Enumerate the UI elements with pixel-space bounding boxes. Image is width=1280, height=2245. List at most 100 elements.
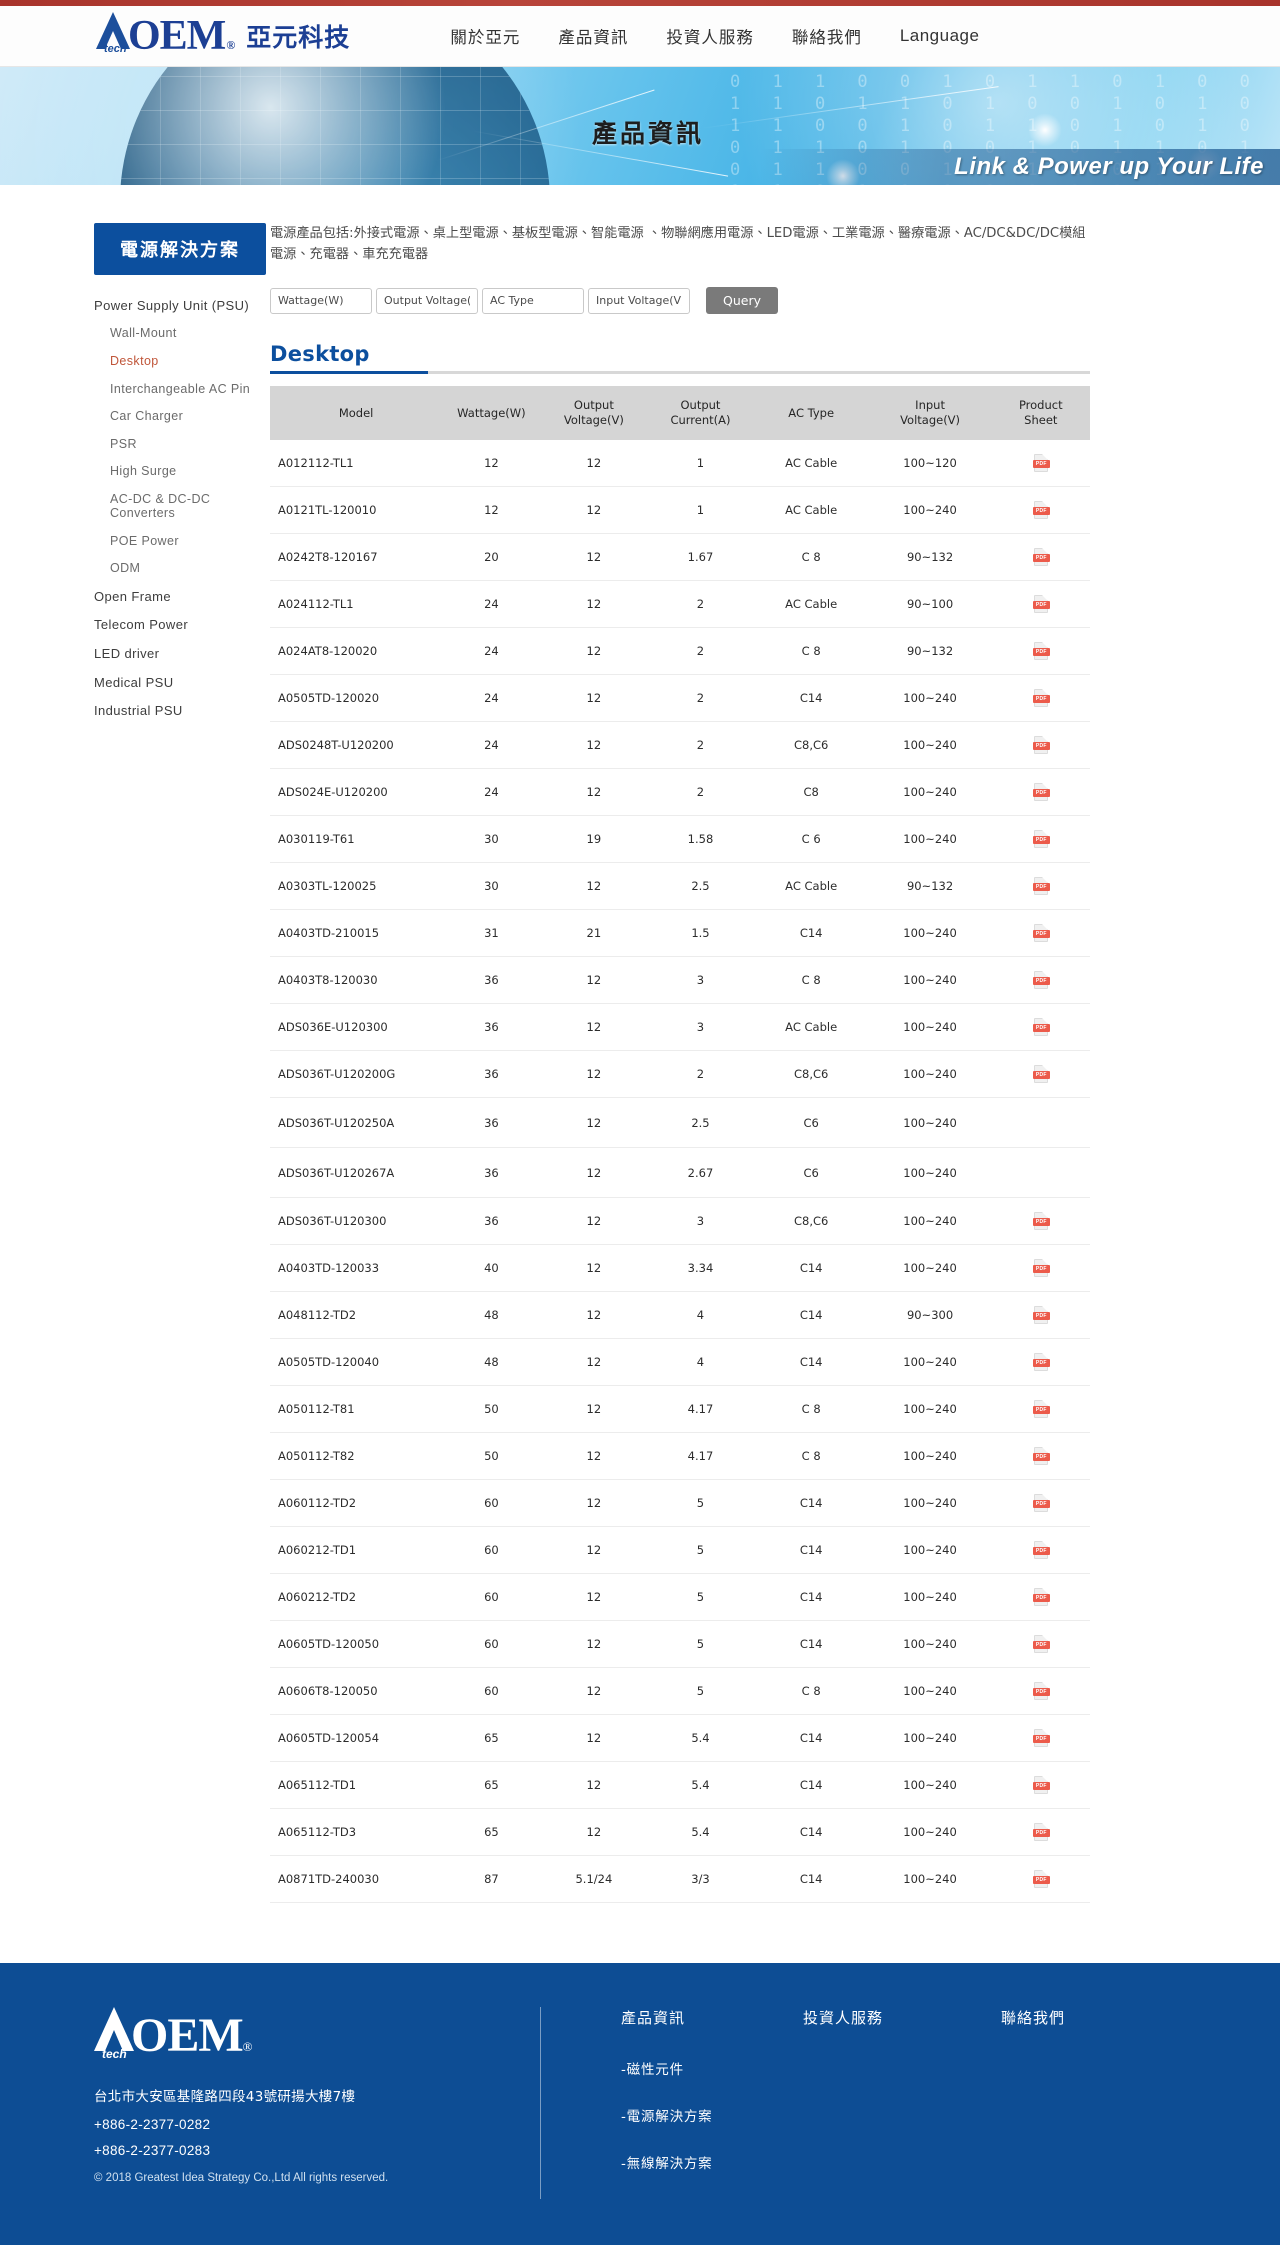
cell-product-sheet[interactable] <box>991 1714 1090 1762</box>
sidebar-item-car-charger[interactable]: Car Charger <box>94 402 270 430</box>
cell-product-sheet[interactable] <box>991 1808 1090 1856</box>
filter-wattage-input[interactable] <box>270 287 372 314</box>
cell-product-sheet[interactable] <box>991 1667 1090 1715</box>
sidebar-item-psr[interactable]: PSR <box>94 430 270 458</box>
cell-product-sheet[interactable] <box>991 815 1090 863</box>
pdf-icon[interactable] <box>1032 1588 1050 1606</box>
pdf-icon[interactable] <box>1032 1682 1050 1700</box>
cell-product-sheet[interactable] <box>991 956 1090 1004</box>
pdf-icon[interactable] <box>1032 1353 1050 1371</box>
pdf-icon[interactable] <box>1032 1776 1050 1794</box>
cell-output-voltage: 12 <box>540 1714 648 1762</box>
pdf-icon[interactable] <box>1032 1212 1050 1230</box>
cell-wattage: 87 <box>442 1855 541 1903</box>
footer-logo[interactable]: tech OEM ® <box>94 2007 540 2063</box>
pdf-icon[interactable] <box>1032 1541 1050 1559</box>
cell-product-sheet[interactable] <box>991 1620 1090 1668</box>
query-button[interactable]: Query <box>706 287 778 314</box>
pdf-icon[interactable] <box>1032 1306 1050 1324</box>
sidebar-item-telecom-power[interactable]: Telecom Power <box>94 611 270 640</box>
cell-model: ADS036T-U120200G <box>270 1050 443 1098</box>
filter-ac-type-input[interactable] <box>482 287 584 314</box>
cell-product-sheet[interactable] <box>991 533 1090 581</box>
pdf-icon[interactable] <box>1032 1870 1050 1888</box>
cell-output-voltage: 12 <box>540 1197 648 1245</box>
cell-product-sheet[interactable] <box>991 580 1090 628</box>
pdf-icon[interactable] <box>1032 642 1050 660</box>
cell-product-sheet[interactable] <box>991 1573 1090 1621</box>
footer-sublink-wireless[interactable]: -無線解決方案 <box>621 2152 1280 2172</box>
pdf-icon[interactable] <box>1032 1729 1050 1747</box>
pdf-icon[interactable] <box>1032 1018 1050 1036</box>
sidebar-item-open-frame[interactable]: Open Frame <box>94 582 270 611</box>
pdf-icon[interactable] <box>1032 783 1050 801</box>
pdf-icon[interactable] <box>1032 689 1050 707</box>
nav-item-language[interactable]: Language <box>900 26 980 46</box>
filter-input-voltage-input[interactable] <box>588 287 690 314</box>
footer-link-investor[interactable]: 投資人服務 <box>803 2007 883 2028</box>
cell-product-sheet[interactable] <box>991 1479 1090 1527</box>
pdf-icon[interactable] <box>1032 595 1050 613</box>
sidebar-item-odm[interactable]: ODM <box>94 554 270 582</box>
cell-product-sheet[interactable] <box>991 1244 1090 1292</box>
cell-product-sheet[interactable] <box>991 1050 1090 1098</box>
nav-item-investor[interactable]: 投資人服務 <box>666 24 754 48</box>
pdf-icon[interactable] <box>1032 501 1050 519</box>
cell-product-sheet[interactable] <box>991 674 1090 722</box>
pdf-icon[interactable] <box>1032 1259 1050 1277</box>
sidebar-item-industrial-psu[interactable]: Industrial PSU <box>94 696 270 725</box>
cell-product-sheet[interactable] <box>991 1526 1090 1574</box>
cell-ac-type: C 8 <box>753 1432 869 1480</box>
cell-ac-type: C14 <box>753 1244 869 1292</box>
cell-product-sheet[interactable] <box>991 1761 1090 1809</box>
cell-product-sheet[interactable] <box>991 440 1090 487</box>
sidebar-item-medical-psu[interactable]: Medical PSU <box>94 668 270 697</box>
cell-product-sheet[interactable] <box>991 1855 1090 1903</box>
cell-product-sheet[interactable] <box>991 1197 1090 1245</box>
cell-product-sheet[interactable] <box>991 1338 1090 1386</box>
pdf-icon[interactable] <box>1032 830 1050 848</box>
pdf-icon[interactable] <box>1032 1065 1050 1083</box>
footer-link-contact[interactable]: 聯絡我們 <box>1001 2007 1065 2028</box>
cell-product-sheet[interactable] <box>991 862 1090 910</box>
sidebar-item-interchangeable-ac-pin[interactable]: Interchangeable AC Pin <box>94 375 270 403</box>
sidebar-item-desktop[interactable]: Desktop <box>94 347 270 375</box>
pdf-icon[interactable] <box>1032 1400 1050 1418</box>
cell-product-sheet[interactable] <box>991 768 1090 816</box>
cell-ac-type: C14 <box>753 1855 869 1903</box>
sidebar-item-wall-mount[interactable]: Wall-Mount <box>94 320 270 348</box>
sidebar-item-high-surge[interactable]: High Surge <box>94 458 270 486</box>
pdf-icon[interactable] <box>1032 454 1050 472</box>
nav-item-contact[interactable]: 聯絡我們 <box>792 24 862 48</box>
footer-sublink-power[interactable]: -電源解決方案 <box>621 2105 1280 2125</box>
pdf-icon[interactable] <box>1032 548 1050 566</box>
footer-logo-tech-label: tech <box>102 2047 127 2061</box>
cell-product-sheet[interactable] <box>991 1291 1090 1339</box>
sidebar-item-poe-power[interactable]: POE Power <box>94 527 270 555</box>
pdf-icon[interactable] <box>1032 736 1050 754</box>
pdf-icon[interactable] <box>1032 1823 1050 1841</box>
cell-product-sheet[interactable] <box>991 909 1090 957</box>
sidebar-item-led-driver[interactable]: LED driver <box>94 639 270 668</box>
pdf-icon[interactable] <box>1032 924 1050 942</box>
sidebar-item-ac-dc-dc-dc-converters[interactable]: AC-DC & DC-DC Converters <box>94 485 270 527</box>
footer-link-products[interactable]: 產品資訊 <box>621 2007 685 2028</box>
site-logo[interactable]: tech OEM ® 亞元科技 <box>96 12 350 57</box>
pdf-icon[interactable] <box>1032 877 1050 895</box>
nav-item-about[interactable]: 關於亞元 <box>450 24 520 48</box>
pdf-icon[interactable] <box>1032 971 1050 989</box>
pdf-icon[interactable] <box>1032 1494 1050 1512</box>
table-row: A0871TD-240030 87 5.1/24 3/3 C14 100~240 <box>270 1855 1090 1903</box>
cell-product-sheet[interactable] <box>991 486 1090 534</box>
nav-item-products[interactable]: 產品資訊 <box>558 24 628 48</box>
cell-product-sheet[interactable] <box>991 1003 1090 1051</box>
cell-product-sheet[interactable] <box>991 1385 1090 1433</box>
sidebar-item-power-supply-unit-psu[interactable]: Power Supply Unit (PSU) <box>94 291 270 320</box>
footer-sublink-magnetic[interactable]: -磁性元件 <box>621 2058 1280 2078</box>
cell-product-sheet[interactable] <box>991 627 1090 675</box>
filter-output-voltage-input[interactable] <box>376 287 478 314</box>
cell-product-sheet[interactable] <box>991 721 1090 769</box>
cell-product-sheet[interactable] <box>991 1432 1090 1480</box>
pdf-icon[interactable] <box>1032 1635 1050 1653</box>
pdf-icon[interactable] <box>1032 1447 1050 1465</box>
